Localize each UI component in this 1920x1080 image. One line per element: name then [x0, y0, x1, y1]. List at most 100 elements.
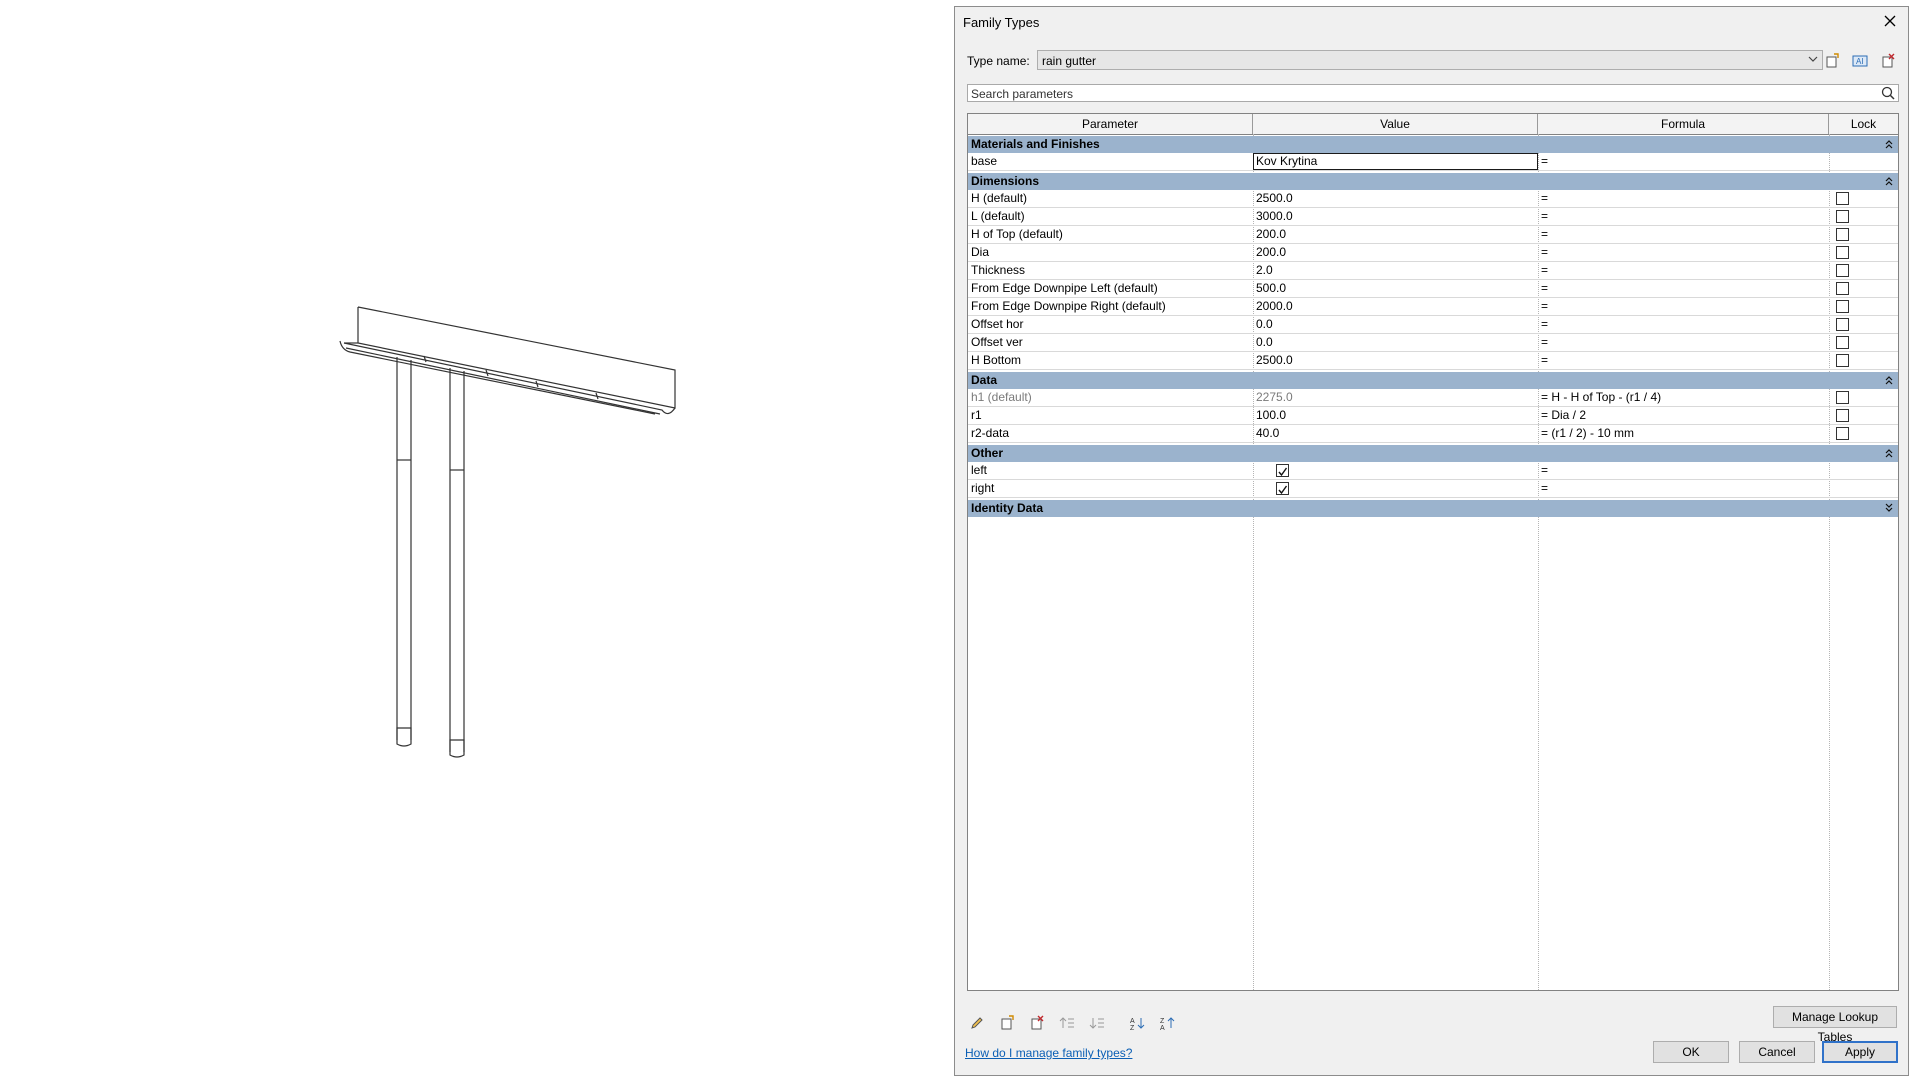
lock-checkbox[interactable]: [1836, 210, 1849, 223]
parameter-formula[interactable]: =: [1541, 153, 1826, 170]
parameter-row[interactable]: L (default) 3000.0 =: [968, 208, 1898, 226]
parameter-row[interactable]: H (default) 2500.0 =: [968, 190, 1898, 208]
parameter-formula[interactable]: = H - H of Top - (r1 / 4): [1541, 389, 1826, 406]
parameter-value[interactable]: 3000.0: [1256, 208, 1536, 225]
parameter-row[interactable]: H of Top (default) 200.0 =: [968, 226, 1898, 244]
parameter-formula[interactable]: =: [1541, 280, 1826, 297]
parameter-value[interactable]: 2500.0: [1256, 190, 1536, 207]
lock-checkbox[interactable]: [1836, 300, 1849, 313]
sort-descending-button[interactable]: ZA: [1157, 1013, 1177, 1033]
value-checkbox[interactable]: [1276, 482, 1289, 495]
value-input[interactable]: Kov Krytina: [1253, 153, 1538, 170]
parameter-formula[interactable]: = (r1 / 2) - 10 mm: [1541, 425, 1826, 442]
delete-type-button[interactable]: [1879, 53, 1897, 69]
parameter-row[interactable]: Thickness 2.0 =: [968, 262, 1898, 280]
sort-ascending-button[interactable]: AZ: [1127, 1013, 1147, 1033]
lock-checkbox[interactable]: [1836, 391, 1849, 404]
column-header-formula[interactable]: Formula: [1538, 114, 1829, 134]
search-icon[interactable]: [1881, 86, 1895, 103]
parameter-row[interactable]: H Bottom 2500.0 =: [968, 352, 1898, 370]
parameter-value[interactable]: 200.0: [1256, 244, 1536, 261]
column-header-parameter[interactable]: Parameter: [968, 114, 1253, 134]
lock-checkbox[interactable]: [1836, 318, 1849, 331]
parameter-row[interactable]: right =: [968, 480, 1898, 498]
parameter-row[interactable]: r2-data 40.0 = (r1 / 2) - 10 mm: [968, 425, 1898, 443]
manage-lookup-tables-button[interactable]: Manage Lookup Tables: [1773, 1006, 1897, 1044]
group-header[interactable]: Data: [968, 372, 1898, 389]
parameter-formula[interactable]: =: [1541, 190, 1826, 207]
parameter-row[interactable]: left =: [968, 462, 1898, 480]
model-viewport[interactable]: [0, 0, 950, 1080]
parameter-name: L (default): [971, 209, 1025, 223]
lock-checkbox[interactable]: [1836, 336, 1849, 349]
cancel-button[interactable]: Cancel: [1739, 1041, 1815, 1063]
parameter-value[interactable]: [1256, 462, 1536, 479]
parameter-name: r1: [971, 408, 982, 422]
value-checkbox[interactable]: [1276, 464, 1289, 477]
close-button[interactable]: [1878, 9, 1902, 33]
lock-checkbox[interactable]: [1836, 282, 1849, 295]
parameter-row[interactable]: Offset hor 0.0 =: [968, 316, 1898, 334]
parameter-value[interactable]: 2500.0: [1256, 352, 1536, 369]
parameter-value[interactable]: 0.0: [1256, 316, 1536, 333]
column-header-lock[interactable]: Lock: [1829, 114, 1898, 134]
lock-checkbox[interactable]: [1836, 354, 1849, 367]
parameter-value[interactable]: 2000.0: [1256, 298, 1536, 315]
ok-button[interactable]: OK: [1653, 1041, 1729, 1063]
parameter-row[interactable]: From Edge Downpipe Left (default) 500.0 =: [968, 280, 1898, 298]
parameter-value[interactable]: 500.0: [1256, 280, 1536, 297]
parameter-row[interactable]: r1 100.0 = Dia / 2: [968, 407, 1898, 425]
lock-checkbox[interactable]: [1836, 264, 1849, 277]
column-header-value[interactable]: Value: [1253, 114, 1538, 134]
parameter-value[interactable]: 2.0: [1256, 262, 1536, 279]
group-header[interactable]: Materials and Finishes: [968, 136, 1898, 153]
parameter-formula[interactable]: =: [1541, 298, 1826, 315]
apply-button[interactable]: Apply: [1822, 1041, 1898, 1063]
parameter-value[interactable]: 0.0: [1256, 334, 1536, 351]
close-icon: [1884, 15, 1896, 27]
parameter-name: From Edge Downpipe Left (default): [971, 281, 1158, 295]
group-header[interactable]: Other: [968, 445, 1898, 462]
parameter-formula[interactable]: = Dia / 2: [1541, 407, 1826, 424]
edit-parameter-button[interactable]: [967, 1013, 987, 1033]
parameter-formula[interactable]: =: [1541, 462, 1826, 479]
parameter-formula[interactable]: =: [1541, 480, 1826, 497]
move-down-button[interactable]: [1087, 1013, 1107, 1033]
parameter-formula[interactable]: =: [1541, 208, 1826, 225]
parameter-value[interactable]: 2275.0: [1256, 389, 1536, 406]
help-link[interactable]: How do I manage family types?: [965, 1046, 1132, 1060]
parameter-formula[interactable]: =: [1541, 244, 1826, 261]
lock-checkbox[interactable]: [1836, 246, 1849, 259]
delete-parameter-button[interactable]: [1027, 1013, 1047, 1033]
lock-checkbox[interactable]: [1836, 228, 1849, 241]
parameter-row[interactable]: From Edge Downpipe Right (default) 2000.0…: [968, 298, 1898, 316]
parameter-row[interactable]: Offset ver 0.0 =: [968, 334, 1898, 352]
parameter-name: H Bottom: [971, 353, 1022, 367]
lock-checkbox[interactable]: [1836, 192, 1849, 205]
lock-checkbox[interactable]: [1836, 409, 1849, 422]
expand-icon[interactable]: [1884, 502, 1894, 519]
parameter-row[interactable]: h1 (default) 2275.0 = H - H of Top - (r1 /…: [968, 389, 1898, 407]
parameter-value[interactable]: 40.0: [1256, 425, 1536, 442]
parameter-formula[interactable]: =: [1541, 262, 1826, 279]
parameters-grid[interactable]: Parameter Value Formula Lock Materials a…: [967, 113, 1899, 991]
parameter-value[interactable]: 200.0: [1256, 226, 1536, 243]
parameter-row[interactable]: Dia 200.0 =: [968, 244, 1898, 262]
parameter-formula[interactable]: =: [1541, 226, 1826, 243]
move-up-button[interactable]: [1057, 1013, 1077, 1033]
parameter-formula[interactable]: =: [1541, 352, 1826, 369]
delete-type-icon: [1882, 53, 1895, 68]
parameter-formula[interactable]: =: [1541, 334, 1826, 351]
group-header[interactable]: Dimensions: [968, 173, 1898, 190]
new-type-button[interactable]: [1823, 53, 1841, 69]
new-parameter-button[interactable]: [997, 1013, 1017, 1033]
parameter-formula[interactable]: =: [1541, 316, 1826, 333]
type-name-dropdown[interactable]: rain gutter: [1037, 50, 1823, 70]
group-header[interactable]: Identity Data: [968, 500, 1898, 517]
parameter-row[interactable]: base Kov Krytina =: [968, 153, 1898, 171]
search-parameters-input[interactable]: Search parameters: [967, 84, 1899, 102]
rename-type-button[interactable]: AI: [1851, 53, 1869, 69]
lock-checkbox[interactable]: [1836, 427, 1849, 440]
parameter-value[interactable]: 100.0: [1256, 407, 1536, 424]
parameter-value[interactable]: [1256, 480, 1536, 497]
